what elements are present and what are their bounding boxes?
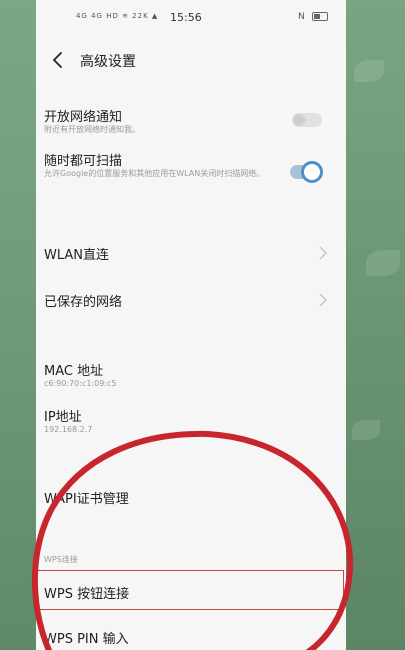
setting-title: 已保存的网络: [44, 295, 123, 310]
status-time: 15:56: [170, 11, 202, 24]
back-arrow-icon[interactable]: [46, 48, 70, 72]
mac-address-value: c6:90:70:c1:09:c5: [44, 379, 117, 388]
signal-icons: 4G 4G HD ≋ 22K ▲: [76, 12, 159, 20]
toggle-knob: [293, 114, 305, 126]
chevron-right-icon: [319, 246, 327, 260]
leaf-shape: [352, 420, 380, 440]
header: 高级设置: [36, 42, 346, 78]
page-title: 高级设置: [80, 54, 136, 70]
nfc-icon: N: [298, 12, 305, 22]
leaf-shape: [366, 250, 400, 276]
chevron-right-icon: [319, 293, 327, 307]
status-bar: 4G 4G HD ≋ 22K ▲ 15:56 N: [36, 0, 346, 36]
leaf-shape: [354, 60, 384, 82]
status-right-icons: N: [298, 12, 328, 22]
settings-screen: 4G 4G HD ≋ 22K ▲ 15:56 N 高级设置 开放网络通知 附近有…: [36, 0, 346, 650]
setting-title: WPS 按钮连接: [44, 587, 130, 602]
setting-subtitle: 允许Google的位置服务和其他应用在WLAN关闭时扫描网络。: [44, 169, 265, 178]
setting-title: 开放网络通知: [44, 110, 123, 125]
background-right: [346, 0, 405, 650]
setting-title: WLAN直连: [44, 248, 110, 263]
ip-address-value: 192.168.2.7: [44, 425, 93, 434]
open-network-notify-toggle[interactable]: [292, 113, 322, 127]
battery-icon: [311, 12, 328, 21]
background-left: [0, 0, 36, 650]
scan-anytime-toggle[interactable]: [290, 161, 323, 183]
setting-title: WAPI证书管理: [44, 492, 129, 507]
section-label-wps: WPS连接: [44, 555, 78, 564]
setting-title: WPS PIN 输入: [44, 632, 129, 647]
setting-title: 随时都可扫描: [44, 154, 123, 169]
screenshot: 4G 4G HD ≋ 22K ▲ 15:56 N 高级设置 开放网络通知 附近有…: [0, 0, 405, 650]
setting-subtitle: 附近有开放网络时通知我。: [44, 125, 140, 134]
toggle-knob: [301, 161, 323, 183]
setting-title: MAC 地址: [44, 364, 104, 379]
setting-title: IP地址: [44, 410, 82, 425]
